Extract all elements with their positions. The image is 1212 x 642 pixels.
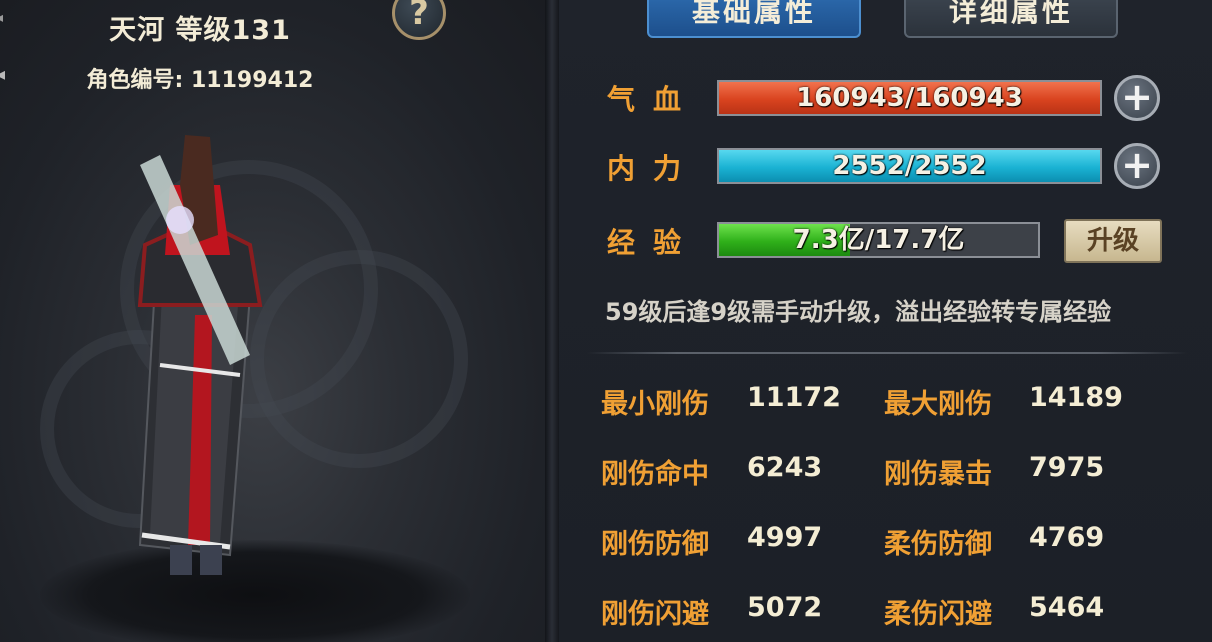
attr-name: 刚伤命中 (601, 459, 709, 490)
attr-name: 最小刚伤 (601, 389, 709, 420)
add-mp-button[interactable]: + (1114, 143, 1160, 189)
character-id: 角色编号: 11199412 (0, 62, 400, 94)
attr-value: 7975 (1029, 452, 1105, 483)
question-mark-icon[interactable]: ? (392, 0, 446, 40)
character-id-value: 11199412 (191, 68, 314, 93)
panel-divider (545, 0, 559, 642)
character-id-label: 角色编号: (86, 68, 184, 93)
attr-name: 刚伤暴击 (884, 459, 992, 490)
character-name-level: 天河 等级131 (109, 15, 291, 46)
section-divider (587, 352, 1187, 354)
mp-label: 内力 (607, 152, 700, 185)
tab-detailed-attributes[interactable]: 详细属性 (904, 0, 1118, 38)
stats-panel: 基础属性 详细属性 气血 160943/160943 + 内力 2552/255… (559, 0, 1212, 642)
exp-bar: 7.3亿/17.7亿 (717, 222, 1040, 258)
exp-label: 经验 (607, 226, 700, 259)
hp-bar: 160943/160943 (717, 80, 1102, 116)
attr-name: 柔伤闪避 (884, 599, 992, 630)
exp-value: 7.3亿/17.7亿 (792, 225, 965, 255)
level-up-button[interactable]: 升级 (1064, 219, 1162, 263)
mp-bar: 2552/2552 (717, 148, 1102, 184)
attr-value: 5072 (747, 592, 823, 623)
attr-value: 4769 (1029, 522, 1105, 553)
attr-value: 6243 (747, 452, 823, 483)
attr-value: 11172 (747, 382, 841, 413)
tab-basic-attributes[interactable]: 基础属性 (647, 0, 861, 38)
exp-note: 59级后逢9级需手动升级，溢出经验转专属经验 (605, 298, 1112, 326)
hp-label: 气血 (607, 83, 700, 116)
attr-name: 刚伤防御 (601, 529, 709, 560)
attr-value: 14189 (1029, 382, 1123, 413)
attr-name: 柔伤防御 (884, 529, 992, 560)
mp-value: 2552/2552 (832, 151, 987, 181)
attr-value: 4997 (747, 522, 823, 553)
attr-value: 5464 (1029, 592, 1105, 623)
hp-value: 160943/160943 (796, 83, 1023, 113)
attr-name: 最大刚伤 (884, 389, 992, 420)
add-hp-button[interactable]: + (1114, 75, 1160, 121)
character-panel: ◂ ◂ 天河 等级131 角色编号: 11199412 ? (0, 0, 545, 642)
character-model[interactable] (100, 125, 300, 585)
attr-name: 刚伤闪避 (601, 599, 709, 630)
